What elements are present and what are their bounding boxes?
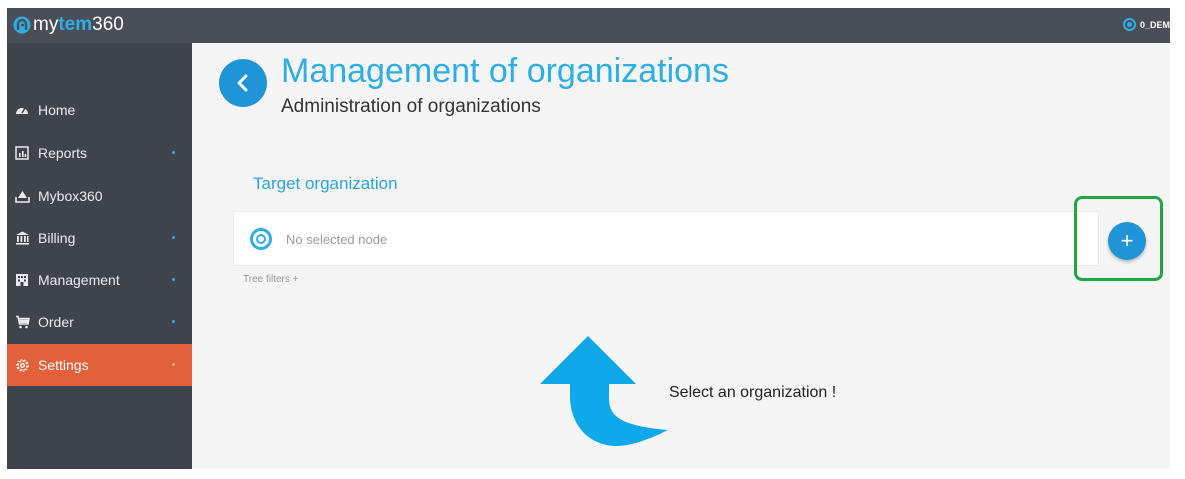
user-menu[interactable]: 0_DEM (1122, 18, 1170, 31)
gear-icon (14, 357, 30, 373)
add-organization-button[interactable]: + (1108, 222, 1146, 260)
report-icon (14, 145, 30, 161)
organization-node-selector[interactable]: No selected node (233, 211, 1099, 266)
tree-filters-toggle[interactable]: Tree filters + (243, 274, 298, 285)
sidebar-item-order[interactable]: Order (7, 301, 192, 343)
sidebar: Home Reports Mybox360 Billing Management… (7, 43, 192, 469)
sidebar-item-billing[interactable]: Billing (7, 217, 192, 259)
building-icon (14, 272, 30, 288)
sidebar-item-label: Home (38, 102, 76, 118)
top-bar: my tem 360 0_DEM (7, 8, 1170, 43)
submenu-dot (172, 151, 175, 154)
dashboard-icon (14, 102, 30, 118)
sidebar-item-management[interactable]: Management (7, 259, 192, 301)
logo-text-suffix: 360 (92, 14, 124, 35)
bank-icon (14, 230, 30, 246)
node-target-icon (250, 228, 272, 250)
sidebar-item-home[interactable]: Home (7, 89, 192, 131)
back-button[interactable] (219, 59, 267, 107)
sidebar-item-label: Mybox360 (38, 188, 103, 204)
sidebar-item-label: Management (38, 272, 120, 288)
logo-icon (13, 16, 31, 34)
sidebar-item-settings[interactable]: Settings (7, 344, 192, 386)
sidebar-item-mybox360[interactable]: Mybox360 (7, 175, 192, 217)
app-logo[interactable]: my tem 360 (13, 14, 124, 36)
select-organization-hint: Select an organization ! (669, 384, 837, 401)
main-content: Management of organizations Administrati… (192, 43, 1170, 469)
page-subtitle: Administration of organizations (281, 96, 541, 117)
sidebar-item-label: Reports (38, 145, 88, 161)
logo-text-mid: tem (58, 14, 93, 35)
sidebar-item-label: Settings (38, 357, 89, 373)
submenu-dot (172, 320, 175, 323)
user-label: 0_DEM (1139, 19, 1170, 30)
cart-icon (14, 314, 30, 330)
selected-node-text: No selected node (286, 232, 388, 247)
sidebar-item-reports[interactable]: Reports (7, 132, 192, 174)
plus-icon: + (1120, 228, 1134, 253)
sidebar-item-label: Billing (38, 230, 76, 246)
sidebar-item-label: Order (38, 314, 74, 330)
page-title: Management of organizations (281, 52, 729, 90)
logo-text-prefix: my (33, 14, 59, 35)
chevron-left-icon (237, 74, 248, 92)
user-icon (1122, 18, 1136, 31)
submenu-dot (172, 236, 175, 239)
submenu-dot (172, 363, 175, 366)
target-organization-label: Target organization (253, 174, 398, 193)
submenu-dot (172, 278, 175, 281)
curved-arrow-up-icon (540, 336, 668, 446)
upload-tray-icon (14, 188, 30, 204)
